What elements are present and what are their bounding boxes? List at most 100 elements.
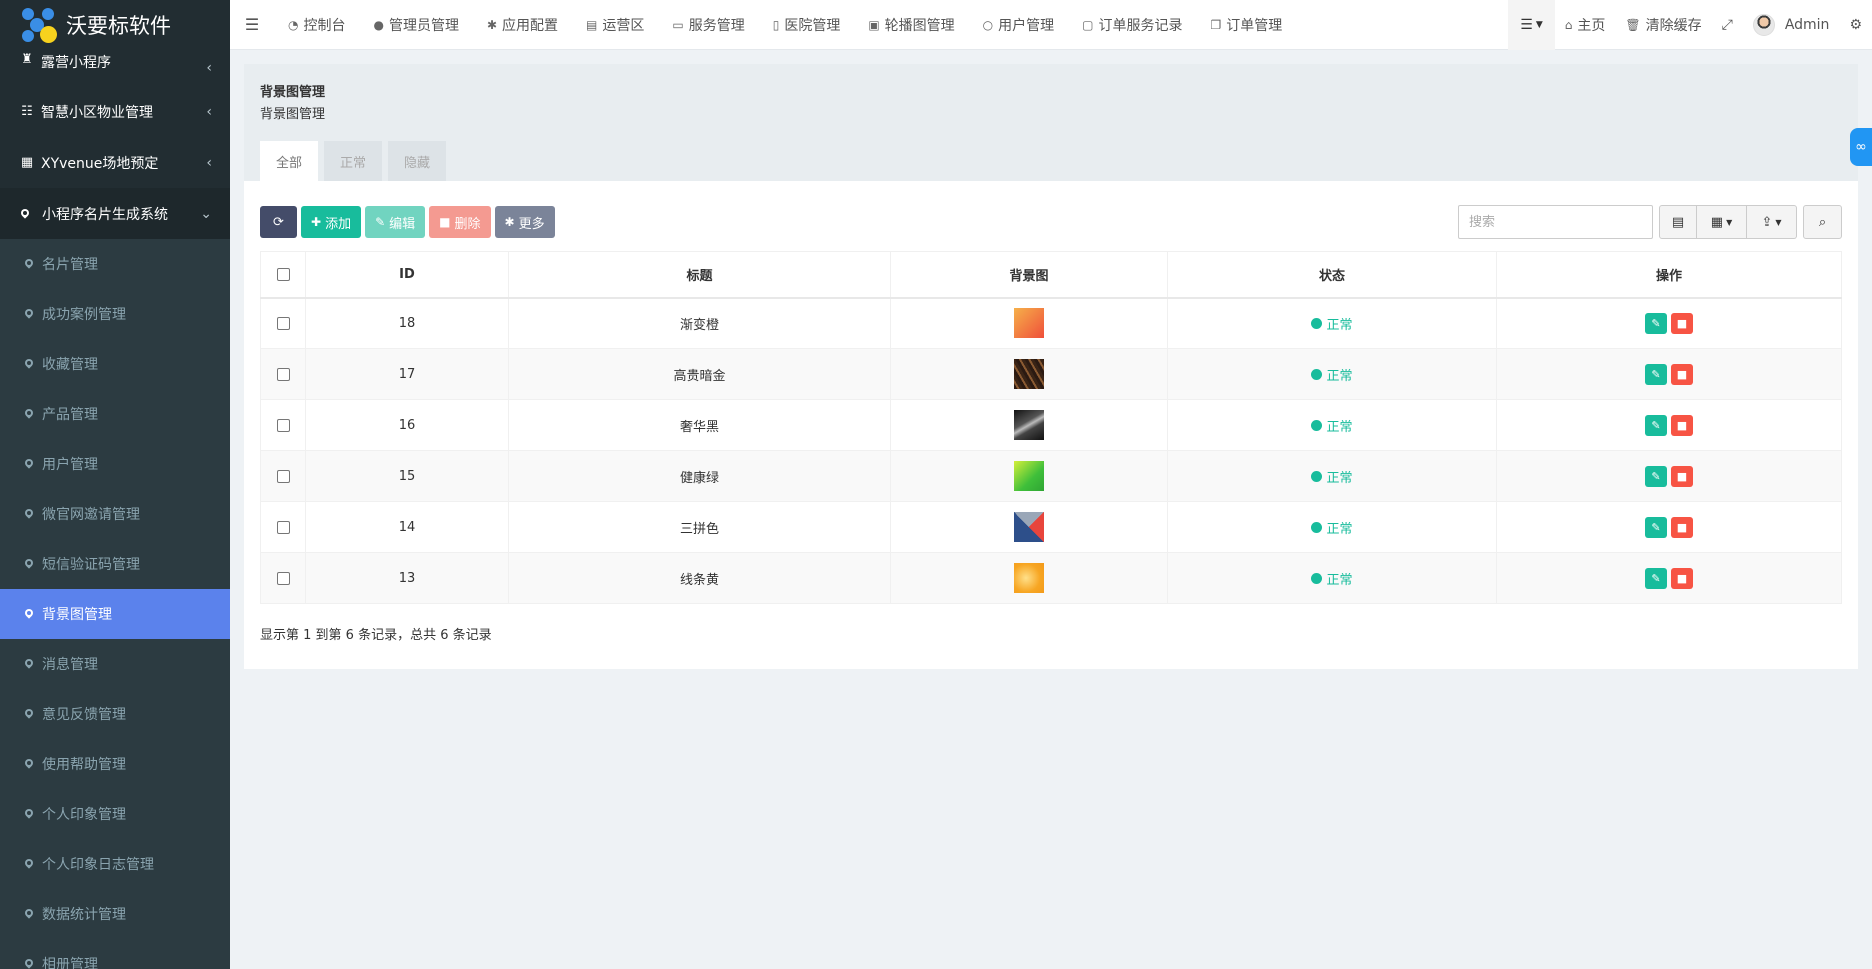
toggle-view-button[interactable]: ▤	[1659, 205, 1697, 239]
sidebar-group-card-system[interactable]: 小程序名片生成系统 ⌄	[0, 188, 230, 239]
refresh-button[interactable]: ⟳	[260, 206, 297, 238]
plus-icon: ✚	[311, 215, 322, 229]
row-edit-button[interactable]: ✎	[1645, 465, 1667, 487]
background-thumbnail[interactable]	[1014, 359, 1044, 389]
background-thumbnail[interactable]	[1014, 461, 1044, 491]
tab-normal[interactable]: 正常	[324, 141, 383, 181]
status-badge[interactable]: 正常	[1311, 467, 1353, 486]
sidebar-group-camp[interactable]: ♜ 露营小程序 ‹	[0, 50, 230, 86]
background-thumbnail[interactable]	[1014, 308, 1044, 339]
app-logo[interactable]: 沃要标软件	[0, 0, 230, 50]
sidebar-item-products[interactable]: 产品管理	[0, 389, 230, 439]
nav-item-label: 运营区	[602, 17, 645, 34]
row-delete-button[interactable]: ■	[1671, 414, 1693, 436]
status-badge[interactable]: 正常	[1311, 416, 1353, 435]
menu-toggle-icon[interactable]: ☰	[230, 15, 274, 34]
select-all-checkbox[interactable]	[276, 267, 290, 281]
sidebar-item-impressions[interactable]: 个人印象管理	[0, 789, 230, 839]
more-button[interactable]: ✱ 更多	[494, 206, 555, 238]
row-checkbox[interactable]	[276, 571, 290, 585]
nav-item-app-config[interactable]: ✱ 应用配置	[473, 0, 572, 50]
sidebar-group-property[interactable]: ☷ 智慧小区物业管理 ‹	[0, 86, 230, 137]
row-checkbox[interactable]	[276, 418, 290, 432]
settings-button[interactable]: ⚙	[1839, 0, 1872, 50]
sidebar-item-backgrounds[interactable]: 背景图管理	[0, 589, 230, 639]
tab-hidden[interactable]: 隐藏	[388, 141, 447, 181]
row-checkbox[interactable]	[276, 469, 290, 483]
background-thumbnail[interactable]	[1014, 563, 1044, 593]
sidebar-item-impression-logs[interactable]: 个人印象日志管理	[0, 839, 230, 889]
sidebar-item-users[interactable]: 用户管理	[0, 439, 230, 489]
nav-item-orders[interactable]: ❐ 订单管理	[1197, 0, 1297, 50]
clear-cache-button[interactable]: 🗑 清除缓存	[1615, 0, 1711, 50]
admin-name: Admin	[1784, 17, 1830, 33]
nav-item-operation-area[interactable]: ▤ 运营区	[572, 0, 658, 50]
search-input[interactable]	[1458, 205, 1653, 239]
status-badge[interactable]: 正常	[1311, 365, 1353, 384]
column-header-id[interactable]: ID	[305, 251, 509, 299]
sidebar-item-cards[interactable]: 名片管理	[0, 239, 230, 289]
sidebar-item-sms[interactable]: 短信验证码管理	[0, 539, 230, 589]
delete-button[interactable]: ■ 删除	[429, 206, 491, 238]
row-delete-button[interactable]: ■	[1671, 312, 1693, 334]
background-thumbnail[interactable]	[1014, 512, 1044, 542]
map-pin-icon	[24, 809, 34, 819]
map-pin-icon	[24, 709, 34, 719]
table-tools: ▤ ▦▼ ⇪▼ ⌕	[1458, 205, 1842, 239]
home-link[interactable]: ⌂ 主页	[1555, 0, 1616, 50]
sidebar-item-stats[interactable]: 数据统计管理	[0, 889, 230, 939]
row-delete-button[interactable]: ■	[1671, 363, 1693, 385]
nav-item-users[interactable]: ○ 用户管理	[969, 0, 1068, 50]
sidebar-item-albums[interactable]: 相册管理	[0, 939, 230, 969]
floating-link-button[interactable]: ∞	[1850, 128, 1872, 166]
row-delete-button[interactable]: ■	[1671, 567, 1693, 589]
status-badge[interactable]: 正常	[1311, 518, 1353, 537]
status-badge[interactable]: 正常	[1311, 314, 1353, 333]
sidebar-item-messages[interactable]: 消息管理	[0, 639, 230, 689]
add-button[interactable]: ✚ 添加	[301, 206, 362, 238]
column-header-title[interactable]: 标题	[508, 251, 891, 299]
tab-all[interactable]: 全部	[260, 141, 319, 181]
row-checkbox[interactable]	[276, 520, 290, 534]
row-edit-button[interactable]: ✎	[1645, 312, 1667, 334]
table-row: 17 高贵暗金 正常 ✎ ■	[260, 348, 1842, 400]
sidebar-item-favorites[interactable]: 收藏管理	[0, 339, 230, 389]
map-pin-icon	[24, 659, 34, 669]
edit-button[interactable]: ✎ 编辑	[365, 206, 426, 238]
row-edit-button[interactable]: ✎	[1645, 414, 1667, 436]
row-edit-button[interactable]: ✎	[1645, 516, 1667, 538]
sidebar-group-venue[interactable]: ▦ XYvenue场地预定 ‹	[0, 137, 230, 188]
nav-list-dropdown[interactable]: ☰ ▼	[1508, 0, 1555, 50]
columns-button[interactable]: ▦ ▼	[1697, 205, 1747, 239]
column-header-image[interactable]: 背景图	[890, 251, 1168, 299]
page-title: 背景图管理	[260, 85, 326, 100]
status-badge[interactable]: 正常	[1311, 569, 1353, 588]
row-checkbox[interactable]	[276, 367, 290, 381]
row-delete-button[interactable]: ■	[1671, 516, 1693, 538]
nav-item-dashboard[interactable]: ◔ 控制台	[274, 0, 359, 50]
table-header-row: ID 标题 背景图 状态 操作	[260, 251, 1842, 299]
more-label: 更多	[518, 216, 545, 232]
column-header-status[interactable]: 状态	[1167, 251, 1497, 299]
search-button[interactable]: ⌕	[1803, 205, 1842, 239]
nav-item-carousel[interactable]: ▣ 轮播图管理	[854, 0, 968, 50]
sidebar-group-label: 露营小程序	[41, 55, 111, 71]
nav-item-order-records[interactable]: ▢ 订单服务记录	[1068, 0, 1196, 50]
sidebar-item-feedback[interactable]: 意见反馈管理	[0, 689, 230, 739]
sidebar-item-help[interactable]: 使用帮助管理	[0, 739, 230, 789]
user-menu[interactable]: Admin	[1743, 0, 1840, 50]
sidebar-item-invites[interactable]: 微官网邀请管理	[0, 489, 230, 539]
row-delete-button[interactable]: ■	[1671, 465, 1693, 487]
export-button[interactable]: ⇪ ▼	[1747, 205, 1797, 239]
row-edit-button[interactable]: ✎	[1645, 363, 1667, 385]
row-checkbox[interactable]	[276, 316, 290, 330]
nav-item-hospitals[interactable]: ▯ 医院管理	[759, 0, 855, 50]
nav-item-services[interactable]: ▭ 服务管理	[658, 0, 758, 50]
row-edit-button[interactable]: ✎	[1645, 567, 1667, 589]
sidebar-item-cases[interactable]: 成功案例管理	[0, 289, 230, 339]
background-thumbnail[interactable]	[1014, 410, 1044, 440]
nav-item-admins[interactable]: ● 管理员管理	[359, 0, 472, 50]
fullscreen-button[interactable]: ⤢	[1712, 0, 1743, 50]
cell-title: 奢华黑	[508, 399, 891, 451]
grid-icon: ▦	[20, 155, 34, 170]
